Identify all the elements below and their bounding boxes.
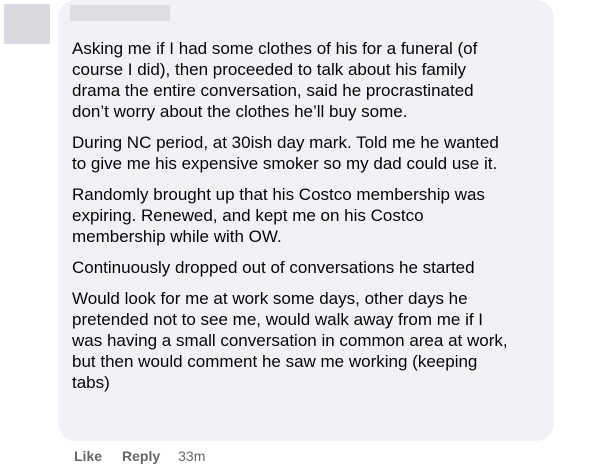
like-button[interactable]: Like (74, 448, 102, 464)
comment-bubble: Asking me if I had some clothes of his f… (58, 0, 554, 441)
comment-actions: Like Reply 33m (74, 447, 205, 465)
avatar[interactable] (4, 4, 50, 44)
author-name-redacted[interactable] (70, 5, 170, 21)
comment-timestamp[interactable]: 33m (178, 448, 205, 464)
comment-paragraph: During NC period, at 30ish day mark. Tol… (72, 133, 499, 173)
comment-paragraph: Asking me if I had some clothes of his f… (72, 39, 478, 121)
comment-paragraph: Randomly brought up that his Costco memb… (72, 185, 485, 246)
comment-paragraph: Would look for me at work some days, oth… (72, 289, 508, 392)
comment-body: Asking me if I had some clothes of his f… (72, 38, 540, 393)
comment-paragraph: Continuously dropped out of conversation… (72, 258, 475, 277)
reply-button[interactable]: Reply (122, 448, 160, 464)
